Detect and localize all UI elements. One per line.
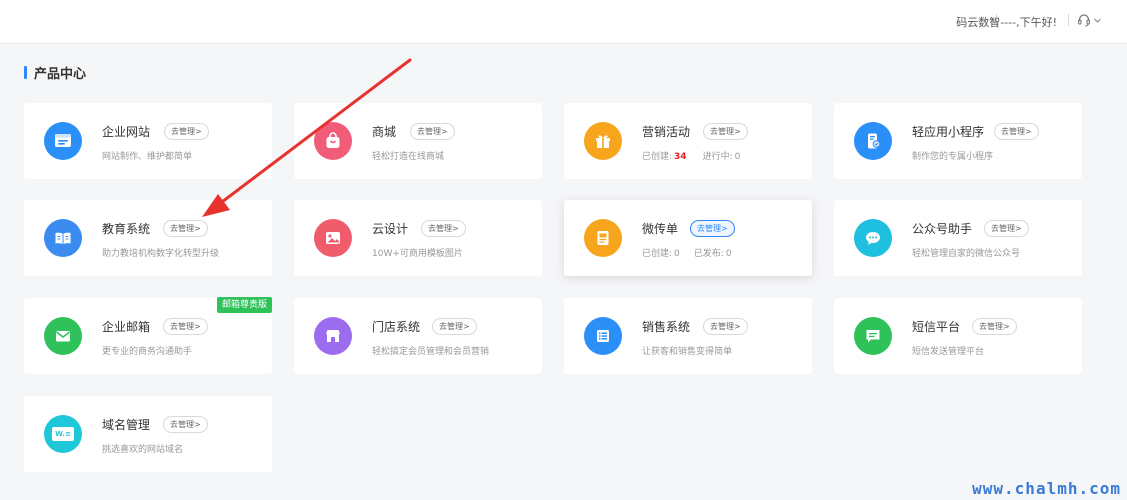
- card-description: 助力教培机构数字化转型升级: [102, 249, 220, 259]
- card-title: 企业网站: [102, 125, 151, 139]
- manage-button[interactable]: 去管理>: [163, 416, 208, 433]
- card-enterprise-website[interactable]: 企业网站 去管理> 网站制作、维护都简单: [24, 103, 272, 179]
- published-label: 已发布:: [693, 249, 724, 259]
- premium-badge: 邮箱尊贵版: [216, 297, 272, 313]
- manage-button[interactable]: 去管理>: [163, 318, 208, 335]
- card-sms-platform[interactable]: 短信平台 去管理> 短信发送管理平台: [834, 298, 1082, 374]
- card-description: 让获客和销售变得简单: [642, 347, 733, 357]
- running-label: 进行中:: [702, 152, 733, 162]
- divider: [1068, 14, 1069, 26]
- headset-icon: [1077, 13, 1091, 27]
- card-description: 更专业的商务沟通助手: [102, 347, 193, 357]
- card-description: 挑选喜欢的网站域名: [102, 445, 184, 455]
- card-description: 网站制作、维护都简单: [102, 152, 193, 162]
- mail-icon: [44, 317, 82, 355]
- manage-button[interactable]: 去管理>: [410, 123, 455, 140]
- card-title: 商城: [372, 125, 397, 139]
- card-title: 短信平台: [912, 320, 961, 334]
- card-title: 公众号助手: [912, 222, 973, 236]
- card-mini-program[interactable]: 轻应用小程序 去管理> 制作您的专属小程序: [834, 103, 1082, 179]
- greeting-text: 码云数智----,下午好!: [956, 16, 1057, 29]
- card-official-account-assistant[interactable]: 公众号助手 去管理> 轻松管理自家的微信公众号: [834, 200, 1082, 276]
- manage-button[interactable]: 去管理>: [690, 220, 735, 237]
- card-title: 微传单: [642, 222, 679, 236]
- card-micro-leaflet[interactable]: 微传单 去管理> 已创建: 0 已发布: 0: [564, 200, 812, 276]
- card-description: 轻松管理自家的微信公众号: [912, 249, 1021, 259]
- manage-button[interactable]: 去管理>: [703, 123, 748, 140]
- manage-button[interactable]: 去管理>: [421, 220, 466, 237]
- domain-icon: W.≡: [44, 415, 82, 453]
- book-icon: [44, 219, 82, 257]
- card-description: 短信发送管理平台: [912, 347, 985, 357]
- card-title: 门店系统: [372, 320, 421, 334]
- card-description: 轻松打造在线商城: [372, 152, 445, 162]
- shopping-bag-icon: [314, 122, 352, 160]
- wechat-icon: [854, 219, 892, 257]
- card-domain-management[interactable]: W.≡ 域名管理 去管理> 挑选喜欢的网站域名: [24, 396, 272, 472]
- section-title-text: 产品中心: [34, 66, 87, 82]
- store-icon: [314, 317, 352, 355]
- card-title: 域名管理: [102, 418, 151, 432]
- card-mall[interactable]: 商城 去管理> 轻松打造在线商城: [294, 103, 542, 179]
- chevron-down-icon: [1093, 16, 1102, 25]
- running-count: 0: [734, 152, 741, 162]
- card-stats: 已创建: 34 进行中: 0: [642, 149, 740, 162]
- mini-program-icon: [854, 122, 892, 160]
- customer-service-button[interactable]: [1077, 12, 1105, 28]
- card-title: 云设计: [372, 222, 409, 236]
- card-stats: 已创建: 0 已发布: 0: [642, 246, 732, 259]
- gift-icon: [584, 122, 622, 160]
- card-title: 销售系统: [642, 320, 691, 334]
- title-accent-bar: [24, 65, 27, 79]
- created-count: 34: [674, 152, 687, 162]
- published-count: 0: [725, 249, 732, 259]
- list-icon: [584, 317, 622, 355]
- section-title: 产品中心: [24, 64, 87, 82]
- manage-button[interactable]: 去管理>: [432, 318, 477, 335]
- manage-button[interactable]: 去管理>: [972, 318, 1017, 335]
- leaflet-icon: [584, 219, 622, 257]
- card-description: 轻松搞定会员管理和会员营销: [372, 347, 490, 357]
- watermark: www.chalmh.com: [972, 479, 1121, 498]
- manage-button[interactable]: 去管理>: [163, 220, 208, 237]
- card-marketing-campaign[interactable]: 营销活动 去管理> 已创建: 34 进行中: 0: [564, 103, 812, 179]
- manage-button[interactable]: 去管理>: [994, 123, 1039, 140]
- top-bar: 码云数智----,下午好!: [0, 0, 1127, 44]
- created-label: 已创建:: [642, 152, 673, 162]
- card-title: 教育系统: [102, 222, 151, 236]
- manage-button[interactable]: 去管理>: [703, 318, 748, 335]
- card-description: 10W+可商用模板图片: [372, 249, 463, 259]
- created-count: 0: [674, 249, 680, 259]
- created-label: 已创建:: [642, 249, 673, 259]
- sms-icon: [854, 317, 892, 355]
- card-enterprise-mail[interactable]: 邮箱尊贵版 企业邮箱 去管理> 更专业的商务沟通助手: [24, 297, 272, 374]
- card-education-system[interactable]: 教育系统 去管理> 助力教培机构数字化转型升级: [24, 200, 272, 276]
- card-title: 营销活动: [642, 125, 691, 139]
- image-icon: [314, 219, 352, 257]
- manage-button[interactable]: 去管理>: [164, 123, 209, 140]
- card-cloud-design[interactable]: 云设计 去管理> 10W+可商用模板图片: [294, 200, 542, 276]
- domain-icon-text: W.≡: [52, 427, 74, 441]
- website-icon: [44, 122, 82, 160]
- card-store-system[interactable]: 门店系统 去管理> 轻松搞定会员管理和会员营销: [294, 298, 542, 374]
- card-sales-system[interactable]: 销售系统 去管理> 让获客和销售变得简单: [564, 298, 812, 374]
- manage-button[interactable]: 去管理>: [984, 220, 1029, 237]
- card-title: 轻应用小程序: [912, 125, 985, 139]
- card-description: 制作您的专属小程序: [912, 152, 994, 162]
- card-title: 企业邮箱: [102, 320, 151, 334]
